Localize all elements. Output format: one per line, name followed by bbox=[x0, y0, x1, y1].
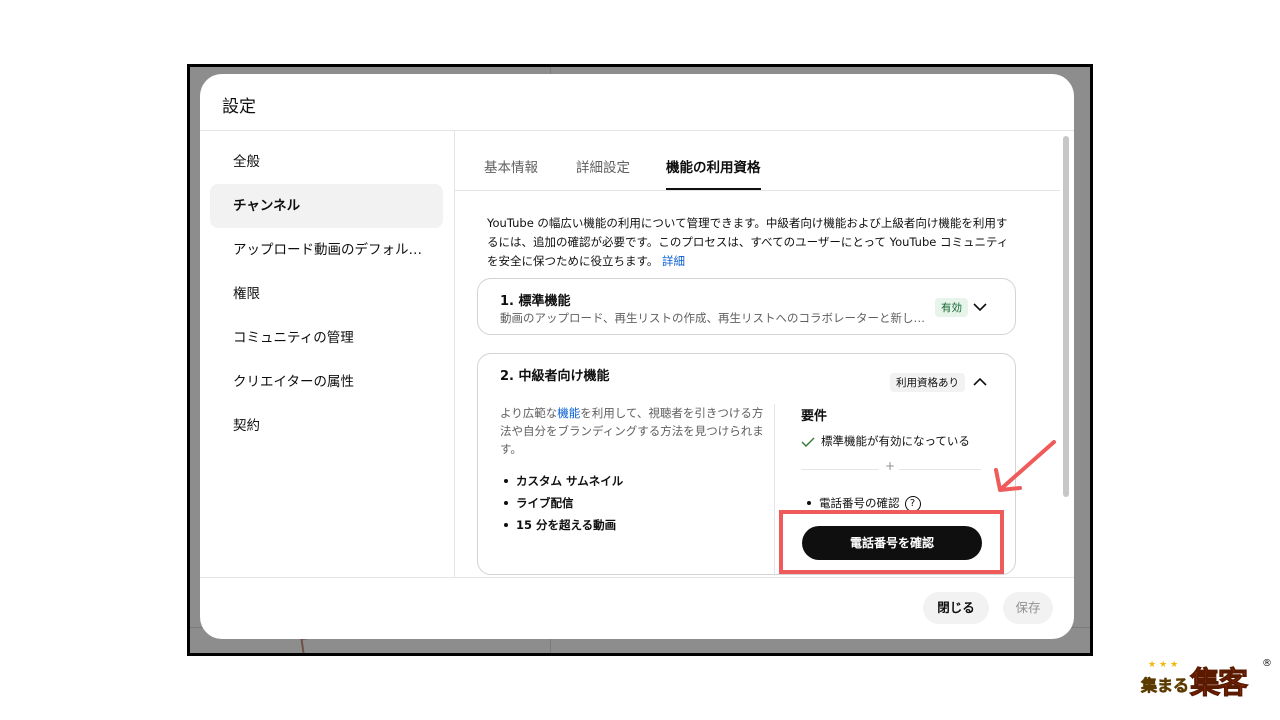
features-link[interactable]: 機能 bbox=[557, 406, 580, 420]
tab-basic-info[interactable]: 基本情報 bbox=[484, 156, 538, 190]
scrollbar[interactable] bbox=[1063, 136, 1069, 497]
check-icon bbox=[801, 437, 815, 447]
card-title: 2. 中級者向け機能 bbox=[500, 369, 610, 384]
sidebar-item-creator-attributes[interactable]: クリエイターの属性 bbox=[210, 360, 443, 404]
column-divider bbox=[774, 404, 775, 576]
list-item: 15 分を超える動画 bbox=[500, 514, 623, 536]
learn-more-link[interactable]: 詳細 bbox=[662, 254, 685, 268]
tabs-divider bbox=[455, 190, 1060, 191]
feature-list: カスタム サムネイル ライブ配信 15 分を超える動画 bbox=[500, 470, 623, 536]
tab-advanced-settings[interactable]: 詳細設定 bbox=[576, 156, 630, 190]
list-item: カスタム サムネイル bbox=[500, 470, 623, 492]
chevron-up-icon[interactable] bbox=[971, 373, 989, 391]
annotation-arrow-icon bbox=[994, 440, 1056, 492]
status-badge-enabled: 有効 bbox=[935, 298, 968, 317]
tab-feature-eligibility[interactable]: 機能の利用資格 bbox=[666, 156, 761, 190]
sidebar-item-permissions[interactable]: 権限 bbox=[210, 272, 443, 316]
requirement-standard: 標準機能が有効になっている bbox=[801, 433, 970, 449]
registered-icon: ® bbox=[1262, 658, 1272, 669]
card-subtitle: 動画のアップロード、再生リストの作成、再生リストへのコラボレーターと新し… bbox=[500, 311, 926, 325]
plus-icon: + bbox=[885, 459, 896, 473]
sidebar-item-community[interactable]: コミュニティの管理 bbox=[210, 316, 443, 360]
requirement-separator: + bbox=[801, 459, 981, 476]
sidebar-item-channel[interactable]: チャンネル bbox=[210, 184, 443, 228]
sidebar-item-upload-defaults[interactable]: アップロード動画のデフォル… bbox=[210, 228, 443, 272]
requirements-title: 要件 bbox=[801, 409, 828, 424]
chevron-down-icon[interactable] bbox=[971, 298, 989, 316]
close-button[interactable]: 閉じる bbox=[923, 592, 989, 624]
sidebar-item-general[interactable]: 全般 bbox=[210, 140, 443, 184]
save-button[interactable]: 保存 bbox=[1003, 592, 1053, 624]
requirement-label: 標準機能が有効になっている bbox=[821, 434, 970, 448]
intermediate-description: より広範な機能を利用して、視聴者を引きつける方法や自分をブランディングする方法を… bbox=[500, 404, 770, 458]
requirement-label: 電話番号の確認 bbox=[819, 496, 900, 510]
footer-divider bbox=[200, 577, 1074, 578]
standard-features-card[interactable]: 1. 標準機能 動画のアップロード、再生リストの作成、再生リストへのコラボレータ… bbox=[477, 278, 1016, 335]
settings-sidebar: 全般 チャンネル アップロード動画のデフォル… 権限 コミュニティの管理 クリエ… bbox=[200, 131, 455, 577]
stars-icon: ★★★ bbox=[1148, 660, 1182, 670]
logo-text-small: 集まる bbox=[1141, 676, 1190, 696]
highlight-box bbox=[779, 510, 1004, 574]
logo-text-big: 集客 bbox=[1190, 666, 1249, 702]
intro-text: YouTube の幅広い機能の利用について管理できます。中級者向け機能および上級… bbox=[487, 214, 1017, 271]
dialog-title: 設定 bbox=[222, 97, 256, 117]
list-item: ライブ配信 bbox=[500, 492, 623, 514]
status-badge-eligible: 利用資格あり bbox=[890, 373, 965, 392]
brand-logo: ★★★ 集まる 集客 ® bbox=[1138, 658, 1274, 702]
description-text: より広範な bbox=[500, 406, 558, 420]
intro-description: YouTube の幅広い機能の利用について管理できます。中級者向け機能および上級… bbox=[487, 216, 1009, 268]
card-title: 1. 標準機能 bbox=[500, 294, 571, 309]
sidebar-item-agreements[interactable]: 契約 bbox=[210, 404, 443, 448]
